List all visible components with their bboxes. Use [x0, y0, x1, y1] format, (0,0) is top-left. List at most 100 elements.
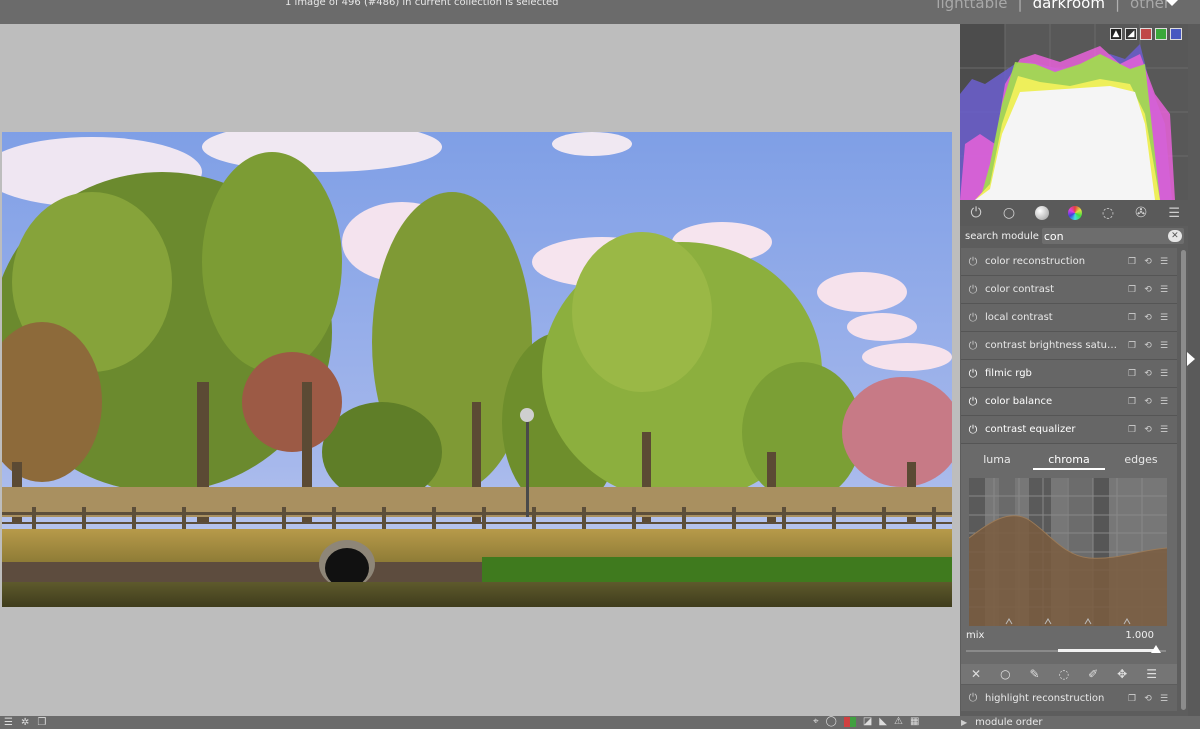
drawn-mask-icon[interactable]: ✎ [1030, 667, 1040, 681]
module-order-row[interactable]: ▶ module order [961, 716, 1188, 729]
module-group-bar: ⏻ ○ ◌ ✇ ☰ [960, 200, 1188, 226]
presets-icon[interactable]: ☰ [1159, 312, 1169, 324]
reset-icon[interactable]: ⟲ [1143, 396, 1153, 408]
tab-luma[interactable]: luma [961, 450, 1033, 470]
second-window-icon[interactable]: ❐ [37, 717, 46, 728]
presets-icon[interactable]: ☰ [1159, 396, 1169, 408]
module-color-contrast[interactable]: ⏻ color contrast ❐ ⟲ ☰ [961, 276, 1177, 304]
module-color-balance[interactable]: ⏻ color balance ❐ ⟲ ☰ [961, 388, 1177, 416]
power-icon[interactable]: ⏻ [961, 367, 985, 381]
reset-icon[interactable]: ⟲ [1143, 284, 1153, 296]
multi-instance-icon[interactable]: ❐ [1127, 396, 1137, 408]
module-color-reconstruction[interactable]: ⏻ color reconstruction ❐ ⟲ ☰ [961, 248, 1177, 276]
module-filmic-rgb[interactable]: ⏻ filmic rgb ❐ ⟲ ☰ [961, 360, 1177, 388]
presets-menu-icon[interactable]: ☰ [1168, 206, 1180, 221]
right-panel-edge [1188, 24, 1200, 716]
module-label: local contrast [985, 312, 1053, 323]
color-group-wheel-icon[interactable] [1067, 205, 1083, 221]
module-label: contrast brightness saturation [985, 340, 1121, 351]
module-label: contrast equalizer [985, 424, 1076, 435]
equalizer-curve-graph[interactable] [968, 478, 1168, 626]
reset-icon[interactable]: ⟲ [1143, 368, 1153, 380]
parametric-mask-icon[interactable]: ◌ [1059, 667, 1069, 681]
power-icon[interactable]: ⏻ [961, 395, 985, 409]
search-module-input[interactable] [1043, 229, 1154, 243]
focus-peaking-icon[interactable]: ⌖ [813, 716, 819, 727]
tab-chroma[interactable]: chroma [1033, 450, 1105, 470]
clipping-icon[interactable]: ◪ [863, 716, 872, 727]
mix-slider-thumb[interactable] [1151, 645, 1161, 653]
uniform-mask-icon[interactable]: ○ [1000, 667, 1010, 681]
softproof-icon[interactable]: ◣ [879, 716, 887, 727]
view-other[interactable]: other [1130, 0, 1170, 12]
module-header-icons: ❐ ⟲ ☰ [1127, 284, 1169, 296]
blend-menu-icon[interactable]: ☰ [1146, 667, 1157, 681]
presets-icon[interactable]: ☰ [1159, 284, 1169, 296]
presets-icon[interactable]: ☰ [1159, 693, 1169, 705]
reset-icon[interactable]: ⟲ [1143, 312, 1153, 324]
color-assessment-icon[interactable]: ◯ [826, 716, 837, 727]
multi-instance-icon[interactable]: ❐ [1127, 340, 1137, 352]
tab-edges[interactable]: edges [1105, 450, 1177, 470]
mask-off-icon[interactable]: ✕ [971, 667, 981, 681]
correct-group-icon[interactable]: ◌ [1100, 205, 1116, 221]
module-header-icons: ❐ ⟲ ☰ [1127, 340, 1169, 352]
bottom-left-toolbar: ☰ ✲ ❐ [4, 717, 46, 728]
menu-icon[interactable]: ☰ [4, 717, 13, 728]
presets-icon[interactable]: ☰ [1159, 256, 1169, 268]
module-local-contrast[interactable]: ⏻ local contrast ❐ ⟲ ☰ [961, 304, 1177, 332]
active-modules-power-icon[interactable]: ⏻ [968, 205, 984, 221]
power-icon[interactable]: ⏻ [961, 311, 985, 325]
reset-icon[interactable]: ⟲ [1143, 424, 1153, 436]
module-header-icons: ❐ ⟲ ☰ [1127, 368, 1169, 380]
base-group-circle-icon[interactable]: ○ [1001, 205, 1017, 221]
multi-instance-icon[interactable]: ❐ [1127, 256, 1137, 268]
image-preview[interactable] [2, 132, 952, 607]
tone-group-sphere-icon[interactable] [1034, 205, 1050, 221]
view-darkroom[interactable]: darkroom [1033, 0, 1105, 12]
power-icon[interactable]: ⏻ [961, 255, 985, 269]
waveform-icon[interactable]: ◢ [1125, 28, 1137, 40]
multi-instance-icon[interactable]: ❐ [1127, 284, 1137, 296]
collapse-right-panel-icon[interactable] [1187, 352, 1195, 366]
mix-value: 1.000 [1125, 630, 1154, 641]
multi-instance-icon[interactable]: ❐ [1127, 312, 1137, 324]
view-lighttable[interactable]: lighttable [936, 0, 1007, 12]
exposure-icon[interactable]: ▲ [1110, 28, 1122, 40]
module-order-label: module order [975, 717, 1043, 728]
raster-mask-icon[interactable]: ✥ [1117, 667, 1127, 681]
styles-icon[interactable]: ✲ [21, 717, 29, 728]
presets-icon[interactable]: ☰ [1159, 340, 1169, 352]
module-highlight-reconstruction[interactable]: ⏻ highlight reconstruction ❐ ⟲ ☰ [961, 685, 1177, 711]
clear-icon[interactable]: ✕ [1167, 230, 1182, 242]
guides-icon[interactable]: ▦ [910, 716, 919, 727]
power-icon[interactable]: ⏻ [961, 691, 985, 705]
histogram[interactable]: ▲ ◢ [960, 24, 1188, 200]
green-channel-button[interactable] [1155, 28, 1167, 40]
reset-icon[interactable]: ⟲ [1143, 693, 1153, 705]
blue-channel-button[interactable] [1170, 28, 1182, 40]
red-channel-button[interactable] [1140, 28, 1152, 40]
search-module-label: search module [965, 230, 1039, 242]
reset-icon[interactable]: ⟲ [1143, 340, 1153, 352]
reset-icon[interactable]: ⟲ [1143, 256, 1153, 268]
power-icon[interactable]: ⏻ [961, 339, 985, 353]
drawn-parametric-mask-icon[interactable]: ✐ [1088, 667, 1098, 681]
module-contrast-equalizer[interactable]: ⏻ contrast equalizer ❐ ⟲ ☰ [961, 416, 1177, 444]
module-contrast-brightness-saturation[interactable]: ⏻ contrast brightness saturation ❐ ⟲ ☰ [961, 332, 1177, 360]
mix-label: mix [966, 630, 985, 641]
gamut-check-icon[interactable]: ⚠ [894, 716, 903, 727]
mix-slider[interactable] [966, 645, 1166, 656]
presets-icon[interactable]: ☰ [1159, 368, 1169, 380]
module-scrollbar[interactable] [1181, 250, 1186, 710]
expand-arrow-icon[interactable]: ▶ [961, 718, 967, 727]
multi-instance-icon[interactable]: ❐ [1127, 424, 1137, 436]
multi-instance-icon[interactable]: ❐ [1127, 368, 1137, 380]
power-icon[interactable]: ⏻ [961, 283, 985, 297]
multi-instance-icon[interactable]: ❐ [1127, 693, 1137, 705]
effect-group-icon[interactable]: ✇ [1133, 205, 1149, 221]
power-icon[interactable]: ⏻ [961, 423, 985, 437]
raw-overexposed-icon[interactable] [843, 716, 856, 727]
presets-icon[interactable]: ☰ [1159, 424, 1169, 436]
collapse-top-panel-icon[interactable] [1166, 0, 1178, 6]
